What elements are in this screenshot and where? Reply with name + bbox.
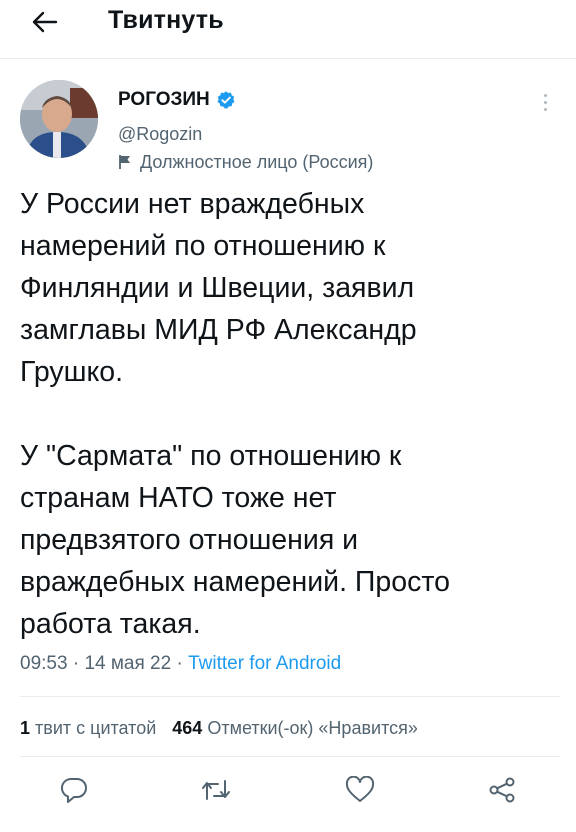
- tweet-source-link[interactable]: Twitter for Android: [188, 653, 341, 674]
- author-handle[interactable]: @Rogozin: [118, 122, 202, 146]
- quote-label: твит с цитатой: [35, 718, 157, 738]
- author-name-row[interactable]: РОГОЗИН: [118, 88, 236, 112]
- divider-2: [20, 756, 560, 757]
- more-vertical-icon: [543, 93, 547, 97]
- top-bar: Твитнуть: [0, 0, 576, 59]
- tweet-date[interactable]: 14 мая 22: [84, 653, 171, 674]
- tweet-text: У России нет враждебных намерений по отн…: [20, 188, 450, 640]
- avatar[interactable]: [20, 80, 98, 158]
- quote-count: 1: [20, 718, 31, 738]
- retweet-icon: [202, 780, 230, 800]
- verified-badge-icon: [217, 91, 235, 109]
- share-icon: [489, 777, 515, 803]
- divider: [20, 696, 560, 697]
- like-button[interactable]: [340, 770, 380, 810]
- flag-icon: [119, 155, 130, 169]
- like-icon: [345, 776, 375, 802]
- back-arrow-icon: [32, 11, 58, 33]
- meta-separator-2: ·: [176, 653, 183, 674]
- meta-separator: ·: [72, 653, 80, 674]
- share-button[interactable]: [482, 770, 522, 810]
- government-label-text: Должностное лицо (Россия): [140, 152, 374, 172]
- likes-count: 464: [172, 718, 203, 738]
- likes-label: Отметки(-ок) «Нравится»: [207, 718, 418, 738]
- tweet-stats: 1 твит с цитатой 464 Отметки(-ок) «Нрави…: [20, 716, 418, 740]
- retweet-button[interactable]: [196, 770, 236, 810]
- tweet-meta: 09:53 · 14 мая 22 · Twitter for Android: [20, 652, 341, 676]
- more-options-button[interactable]: [536, 88, 554, 116]
- reply-button[interactable]: [54, 770, 94, 810]
- tweet-time: 09:53: [20, 653, 68, 674]
- back-button[interactable]: [26, 6, 62, 38]
- reply-icon: [60, 777, 87, 803]
- action-bar: [0, 770, 576, 820]
- likes-stat[interactable]: 464 Отметки(-ок) «Нравится»: [172, 716, 418, 740]
- page-title: Твитнуть: [108, 6, 224, 34]
- government-label[interactable]: Должностное лицо (Россия): [118, 150, 373, 174]
- author-name[interactable]: РОГОЗИН: [118, 88, 210, 112]
- quote-tweets-stat[interactable]: 1 твит с цитатой: [20, 716, 156, 740]
